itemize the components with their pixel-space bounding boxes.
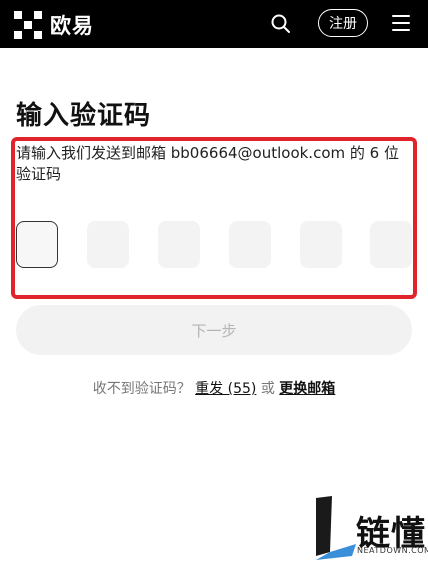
search-button[interactable]	[270, 13, 292, 35]
top-bar: 欧易 注册	[0, 0, 428, 48]
code-input-3[interactable]	[158, 221, 200, 268]
brand-name: 欧易	[50, 14, 94, 38]
code-input-2[interactable]	[87, 221, 129, 268]
change-email-link[interactable]: 更换邮箱	[279, 381, 335, 397]
logo[interactable]: 欧易	[14, 10, 94, 40]
code-input-6[interactable]	[370, 221, 412, 268]
no-code-prompt: 收不到验证码？	[92, 381, 191, 397]
instruction-text: 请输入我们发送到邮箱 bb06664@outlook.com 的 6 位验证码	[16, 144, 399, 183]
page-title: 输入验证码	[16, 101, 152, 131]
resend-link[interactable]: 重发 (55)	[195, 381, 256, 397]
okx-logo-icon	[14, 11, 42, 39]
or-text: 或	[260, 381, 275, 397]
menu-icon[interactable]	[392, 15, 410, 31]
search-icon	[271, 14, 290, 33]
register-button[interactable]: 注册	[318, 9, 368, 37]
watermark-subtext: NEATDOWN.COM	[357, 546, 428, 555]
code-input-4[interactable]	[229, 221, 271, 268]
code-input-1[interactable]	[16, 221, 58, 268]
resend-row: 收不到验证码？ 重发 (55) 或 更换邮箱	[0, 378, 428, 398]
code-input-5[interactable]	[300, 221, 342, 268]
next-button[interactable]: 下一步	[16, 305, 412, 355]
